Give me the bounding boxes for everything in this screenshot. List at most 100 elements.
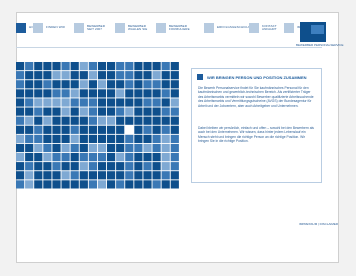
nav-square-icon bbox=[33, 23, 43, 33]
mosaic-tile bbox=[25, 62, 34, 71]
mosaic-tile bbox=[97, 143, 107, 153]
mosaic-tile bbox=[52, 71, 61, 80]
nav-item-6[interactable]: KONTAKT ANFAHRT bbox=[249, 22, 277, 34]
mosaic-tile bbox=[143, 62, 152, 71]
mosaic-tile bbox=[107, 125, 116, 134]
mosaic-tile bbox=[61, 180, 70, 189]
mosaic-tile bbox=[34, 62, 43, 71]
mosaic-tile bbox=[107, 107, 116, 116]
mosaic-tile bbox=[143, 71, 152, 80]
mosaic-tile bbox=[34, 162, 43, 171]
mosaic-tile bbox=[79, 134, 88, 143]
mosaic-tile bbox=[34, 125, 43, 134]
nav-square-icon bbox=[204, 23, 214, 33]
mosaic-tile bbox=[79, 143, 88, 153]
mosaic-tile bbox=[170, 162, 179, 171]
mosaic-tile bbox=[97, 116, 107, 125]
mosaic-tile bbox=[97, 134, 107, 143]
mosaic-tile bbox=[125, 153, 134, 162]
mosaic-tile bbox=[70, 116, 79, 125]
mosaic-tile bbox=[34, 180, 43, 189]
mosaic-tile bbox=[161, 71, 170, 80]
mosaic-tile bbox=[125, 62, 134, 71]
header-divider bbox=[16, 47, 322, 48]
panel-paragraph-1: Die Bewerb Personalservice findet für Si… bbox=[198, 86, 314, 108]
mosaic-tile bbox=[52, 116, 61, 125]
heading-square-icon bbox=[197, 74, 203, 80]
nav-item-5[interactable]: ERFOLGSGESCHICHTE bbox=[204, 22, 253, 34]
mosaic-tile bbox=[16, 116, 25, 125]
panel-title: WIR BRINGEN PERSON UND POSITION ZUSAMMEN bbox=[207, 74, 307, 80]
mosaic-tile bbox=[16, 71, 25, 80]
mosaic-tile bbox=[25, 116, 34, 125]
mosaic-tile bbox=[88, 98, 97, 107]
mosaic-tile bbox=[52, 89, 61, 98]
mosaic-tile bbox=[34, 153, 43, 162]
panel-heading: WIR BRINGEN PERSON UND POSITION ZUSAMMEN bbox=[197, 74, 307, 80]
nav-item-4[interactable]: BEWERBER FORMULIERE bbox=[156, 22, 190, 34]
nav-item-2[interactable]: BEWERBER SEIT 2007 bbox=[74, 22, 105, 34]
mosaic-tile bbox=[70, 162, 79, 171]
company-logo[interactable] bbox=[300, 22, 326, 42]
mosaic-tile bbox=[43, 71, 52, 80]
mosaic-tile bbox=[61, 116, 70, 125]
mosaic-tile bbox=[134, 143, 143, 153]
nav-square-icon bbox=[16, 23, 26, 33]
mosaic-tile bbox=[52, 125, 61, 134]
mosaic-tile bbox=[107, 153, 116, 162]
mosaic-tile bbox=[134, 116, 143, 125]
mosaic-tile bbox=[97, 171, 107, 180]
mosaic-tile bbox=[125, 134, 134, 143]
mosaic-tile bbox=[116, 162, 125, 171]
nav-label: BEWERBER WAHLEN SIE bbox=[128, 23, 148, 31]
mosaic-tile bbox=[107, 180, 116, 189]
mosaic-tile bbox=[152, 98, 161, 107]
mosaic-tile bbox=[161, 171, 170, 180]
mosaic-tile bbox=[25, 98, 34, 107]
mosaic-tile bbox=[143, 89, 152, 98]
mosaic-tile bbox=[134, 125, 143, 134]
mosaic-tile bbox=[170, 134, 179, 143]
mosaic-tile bbox=[52, 107, 61, 116]
mosaic-tile bbox=[116, 143, 125, 153]
mosaic-tile bbox=[152, 143, 161, 153]
mosaic-tile bbox=[116, 107, 125, 116]
mosaic-tile bbox=[143, 171, 152, 180]
mosaic-tile bbox=[161, 89, 170, 98]
mosaic-tile bbox=[170, 98, 179, 107]
mosaic-tile bbox=[16, 62, 25, 71]
mosaic-tile bbox=[152, 80, 161, 89]
mosaic-tile bbox=[70, 180, 79, 189]
mosaic-tile bbox=[79, 71, 88, 80]
mosaic-tile bbox=[88, 116, 97, 125]
nav-square-icon bbox=[156, 23, 166, 33]
mosaic-tile bbox=[97, 89, 107, 98]
mosaic-tile bbox=[170, 80, 179, 89]
mosaic-tile bbox=[125, 180, 134, 189]
mosaic-tile bbox=[34, 80, 43, 89]
footer-links[interactable]: IMPRESSUM | DISCLAIMER bbox=[299, 222, 338, 226]
mosaic-tile bbox=[25, 134, 34, 143]
mosaic-tile bbox=[61, 80, 70, 89]
mosaic-tile bbox=[70, 71, 79, 80]
mosaic-tile bbox=[161, 143, 170, 153]
mosaic-tile bbox=[16, 143, 25, 153]
mosaic-tile bbox=[152, 162, 161, 171]
mosaic-tile bbox=[143, 180, 152, 189]
mosaic-tile bbox=[116, 125, 125, 134]
mosaic-tile bbox=[61, 107, 70, 116]
mosaic-tile bbox=[107, 116, 116, 125]
mosaic-tile bbox=[161, 107, 170, 116]
nav-item-3[interactable]: BEWERBER WAHLEN SIE bbox=[115, 22, 147, 34]
mosaic-tile bbox=[107, 134, 116, 143]
mosaic-tile bbox=[125, 80, 134, 89]
mosaic-tile bbox=[107, 71, 116, 80]
mosaic-tile bbox=[152, 116, 161, 125]
mosaic-tile bbox=[25, 162, 34, 171]
mosaic-tile bbox=[134, 134, 143, 143]
mosaic-tile bbox=[134, 71, 143, 80]
nav-item-1[interactable]: FINDEN WIR bbox=[33, 22, 65, 34]
intro-panel: WIR BRINGEN PERSON UND POSITION ZUSAMMEN… bbox=[191, 68, 322, 183]
nav-label: BEWERBER SEIT 2007 bbox=[87, 23, 105, 31]
mosaic-tile bbox=[16, 98, 25, 107]
